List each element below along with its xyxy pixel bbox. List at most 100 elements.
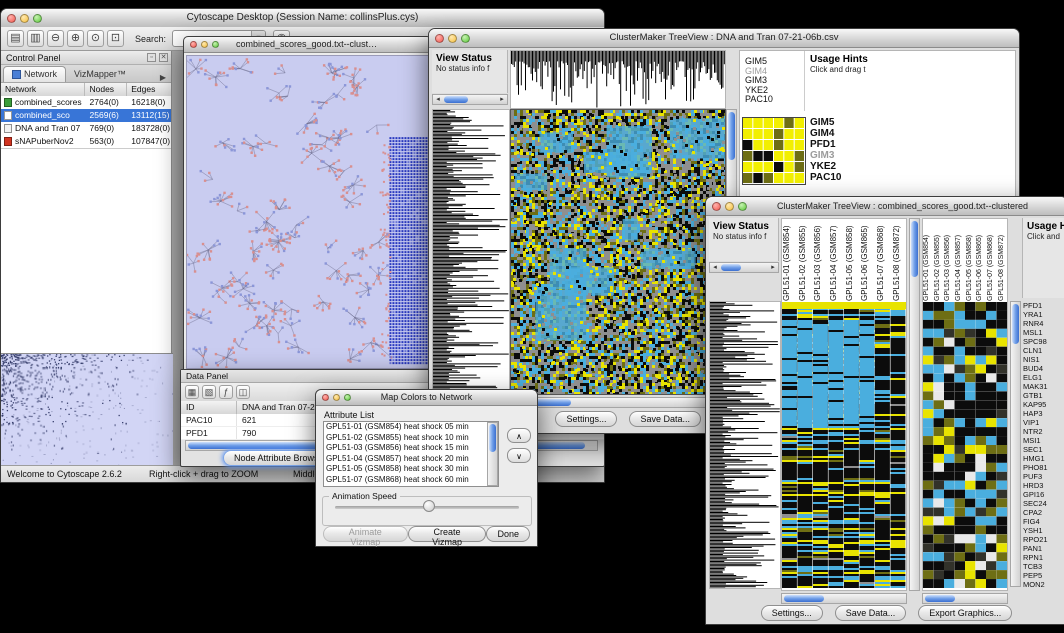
- selected-genes-list: GIM5GIM4GIM3YKE2PAC10: [745, 57, 801, 113]
- close-button[interactable]: [190, 41, 197, 48]
- export-graphics-button[interactable]: Export Graphics...: [918, 605, 1012, 621]
- close-button[interactable]: [712, 202, 721, 211]
- scrollbar-thumb[interactable]: [911, 221, 918, 277]
- save-session-icon[interactable]: ▥: [27, 30, 44, 47]
- attribute-list[interactable]: GPL51-01 (GSM854) heat shock 05 minGPL51…: [323, 421, 499, 487]
- network-view-titlebar[interactable]: combined_scores_good.txt--cluste...: [184, 37, 431, 53]
- scrollbar-thumb[interactable]: [444, 96, 468, 103]
- treeview-titlebar[interactable]: ClusterMaker TreeView : combined_scores_…: [706, 197, 1064, 216]
- dialog-titlebar[interactable]: Map Colors to Network: [316, 390, 537, 406]
- zoom-button[interactable]: [33, 14, 42, 23]
- column-header[interactable]: Network: [1, 83, 85, 96]
- close-panel-icon[interactable]: ✕: [159, 53, 168, 62]
- minimize-button[interactable]: [448, 34, 457, 43]
- tab-vizmapper[interactable]: VizMapper™: [66, 67, 134, 82]
- column-header[interactable]: Edges: [127, 83, 171, 96]
- close-button[interactable]: [7, 14, 16, 23]
- attribute-item[interactable]: GPL51-07 (GSM868) heat shock 60 min: [324, 475, 486, 486]
- done-button[interactable]: Done: [486, 526, 530, 542]
- attribute-item[interactable]: GPL51-01 (GSM854) heat shock 05 min: [324, 422, 486, 433]
- column-header[interactable]: Nodes: [85, 83, 127, 96]
- horizontal-scrollbar[interactable]: [781, 593, 907, 604]
- scroll-right-icon[interactable]: ▸: [497, 95, 507, 105]
- save-data-button[interactable]: Save Data...: [835, 605, 907, 621]
- edge-count: 183728(0): [127, 122, 171, 135]
- zoom-button[interactable]: [344, 394, 351, 401]
- zoom-selected-icon[interactable]: ⊙: [87, 30, 104, 47]
- cytoscape-titlebar[interactable]: Cytoscape Desktop (Session Name: collins…: [1, 9, 604, 28]
- network-list-item[interactable]: combined_scores2764(0)16218(0): [1, 96, 171, 109]
- create-attribute-icon[interactable]: ▧: [202, 385, 216, 399]
- import-matrix-icon[interactable]: ◫: [236, 385, 250, 399]
- scrollbar-thumb[interactable]: [1012, 304, 1019, 344]
- heatmap-canvas[interactable]: [510, 109, 726, 395]
- network-overview-thumbnail[interactable]: [1, 353, 173, 466]
- horizontal-scrollbar[interactable]: ◂ ▸: [709, 262, 779, 273]
- column-label: GPL51-04 (GSM857): [829, 221, 845, 301]
- settings-button[interactable]: Settings...: [555, 411, 617, 427]
- float-panel-icon[interactable]: ▫: [147, 53, 156, 62]
- scrollbar-thumb[interactable]: [784, 595, 824, 602]
- animate-vizmap-button[interactable]: Animate Vizmap: [323, 526, 408, 542]
- scrollbar-thumb[interactable]: [489, 424, 496, 452]
- close-button[interactable]: [435, 34, 444, 43]
- zoom-out-icon[interactable]: ⊖: [47, 30, 64, 47]
- zoom-fit-icon[interactable]: ⊡: [107, 30, 124, 47]
- slider-thumb[interactable]: [423, 500, 435, 512]
- horizontal-scrollbar[interactable]: [922, 593, 1008, 604]
- scroll-left-icon[interactable]: ◂: [433, 95, 443, 105]
- select-attributes-icon[interactable]: ▦: [185, 385, 199, 399]
- attribute-list-label: Attribute List: [324, 410, 374, 420]
- scroll-right-icon[interactable]: ▸: [768, 263, 778, 273]
- gene-label: HAP3: [1023, 409, 1064, 418]
- save-data-button[interactable]: Save Data...: [629, 411, 701, 427]
- network-table-header: NetworkNodesEdges: [1, 83, 171, 97]
- row-dendrogram-canvas[interactable]: [709, 301, 781, 589]
- network-list-item[interactable]: combined_sco2569(6)13112(15): [1, 109, 171, 122]
- attribute-item[interactable]: GPL51-04 (GSM857) heat shock 20 min: [324, 454, 486, 465]
- vertical-scrollbar[interactable]: [487, 422, 498, 486]
- correlation-matrix-canvas[interactable]: [742, 117, 806, 185]
- minimize-button[interactable]: [725, 202, 734, 211]
- attribute-item[interactable]: GPL51-03 (GSM856) heat shock 15 min: [324, 443, 486, 454]
- horizontal-scrollbar[interactable]: [510, 397, 726, 408]
- minimize-button[interactable]: [20, 14, 29, 23]
- zoom-button[interactable]: [212, 41, 219, 48]
- attribute-item[interactable]: GPL51-05 (GSM858) heat shock 30 min: [324, 464, 486, 475]
- minimize-button[interactable]: [333, 394, 340, 401]
- scrollbar-thumb[interactable]: [728, 112, 735, 160]
- zoom-in-icon[interactable]: ⊕: [67, 30, 84, 47]
- attribute-item[interactable]: GPL51-02 (GSM855) heat shock 10 min: [324, 433, 486, 444]
- close-button[interactable]: [322, 394, 329, 401]
- more-tabs-button[interactable]: ▶: [160, 73, 169, 82]
- horizontal-scrollbar[interactable]: ◂ ▸: [432, 94, 508, 105]
- treeview-titlebar[interactable]: ClusterMaker TreeView : DNA and Tran 07-…: [429, 29, 1019, 48]
- move-down-button[interactable]: ∨: [507, 448, 531, 463]
- zoom-heatmap-canvas[interactable]: [923, 302, 1007, 588]
- network-list-item[interactable]: DNA and Tran 07769(0)183728(0): [1, 122, 171, 135]
- gene-name-list: PFD1YRA1RNR4MSL1SPC98CLN1NIS1BUD4ELG1MAK…: [1023, 301, 1064, 589]
- zoom-button[interactable]: [738, 202, 747, 211]
- move-up-button[interactable]: ∧: [507, 428, 531, 443]
- column-dendrogram-canvas[interactable]: [510, 50, 726, 109]
- open-session-icon[interactable]: ▤: [7, 30, 24, 47]
- scrollbar-thumb[interactable]: [721, 264, 741, 271]
- row-dendrogram-canvas[interactable]: [432, 109, 510, 395]
- column-label: GPL51-03 (GSM856): [813, 221, 829, 301]
- vertical-scrollbar[interactable]: [1010, 301, 1021, 587]
- window-controls: [435, 29, 470, 47]
- heatmap-canvas[interactable]: [782, 302, 906, 588]
- settings-button[interactable]: Settings...: [761, 605, 823, 621]
- vertical-scrollbar[interactable]: [909, 218, 920, 591]
- gene-label: PUF3: [1023, 472, 1064, 481]
- network-list-item[interactable]: sNAPuberNov2563(0)107847(0): [1, 135, 171, 148]
- minimize-button[interactable]: [201, 41, 208, 48]
- scroll-left-icon[interactable]: ◂: [710, 263, 720, 273]
- attribute-function-icon[interactable]: ƒ: [219, 385, 233, 399]
- zoom-button[interactable]: [461, 34, 470, 43]
- create-vizmap-button[interactable]: Create Vizmap: [408, 526, 487, 542]
- scrollbar-thumb[interactable]: [925, 595, 955, 602]
- network-view-canvas[interactable]: [186, 55, 429, 369]
- tab-network[interactable]: Network: [3, 66, 66, 82]
- column-header[interactable]: ID: [181, 401, 237, 414]
